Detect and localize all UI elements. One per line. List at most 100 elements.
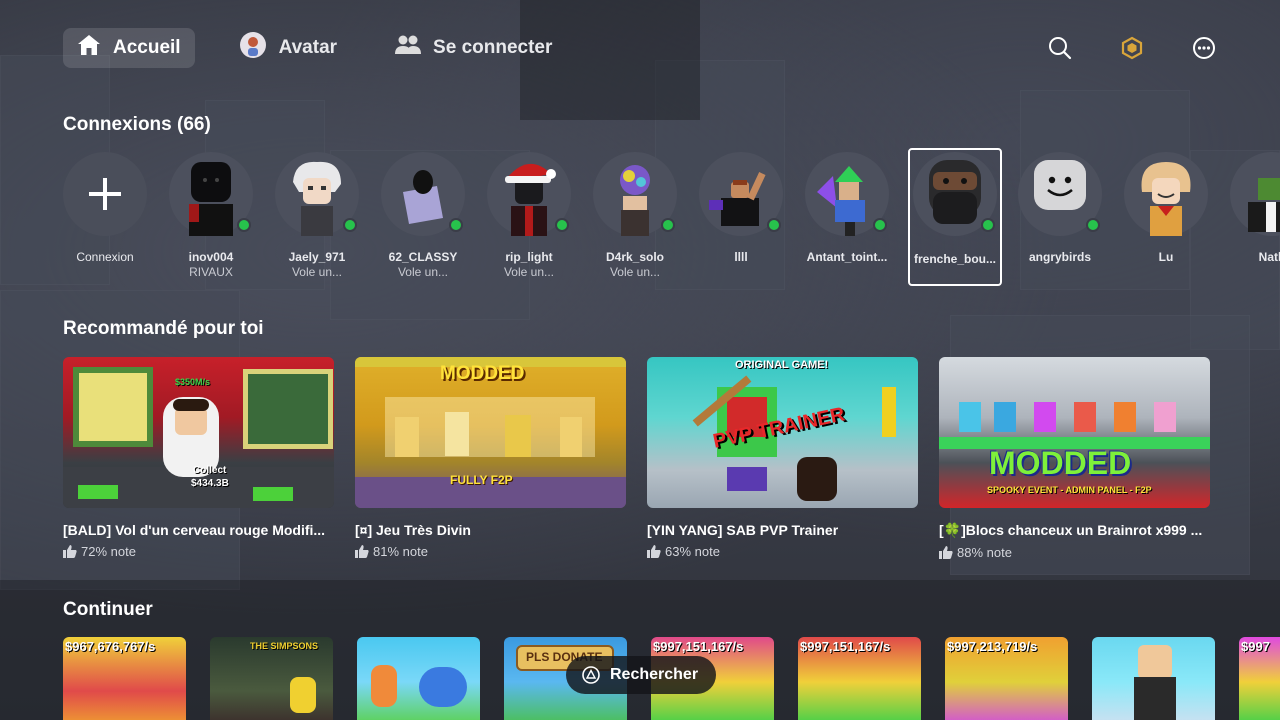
nav-avatar-label: Avatar [278,37,338,58]
connection-status: Vole un... [609,265,661,279]
avatar [487,152,571,236]
add-connection-label: Connexion [76,250,134,264]
thumb-text: Collect [193,465,227,476]
game-card[interactable]: MODDED SPOOKY EVENT - ADMIN PANEL - F2P … [939,357,1210,560]
plus-icon [89,178,121,210]
connection-name: Lu [1158,250,1174,264]
game-card[interactable]: $350M/s Collect $434.3B [BALD] Vol d'un … [63,357,334,560]
search-button[interactable] [1044,32,1076,64]
connection-name: angrybirds [1028,250,1091,264]
connection-item[interactable]: inov004 RIVAUX [165,148,257,279]
rating-text: 72% note [81,544,136,559]
nav-home[interactable]: Accueil [63,28,195,68]
avatar [593,152,677,236]
game-rating: 72% note [63,544,334,559]
connection-name: rip_light [505,250,553,264]
avatar [913,152,997,236]
avatar [699,152,783,236]
connection-item[interactable]: Jaely_971 Vole un... [271,148,363,279]
connection-item[interactable]: Nath [1226,148,1280,264]
search-pill-button[interactable]: Rechercher [566,656,717,694]
game-title: [YIN YANG] SAB PVP Trainer [647,522,839,538]
connection-item[interactable]: 62_CLASSY Vole un... [377,148,469,279]
nav-avatar[interactable]: Avatar [225,28,351,68]
robux-button[interactable] [1116,32,1148,64]
continue-card-text: $997 [1241,639,1270,654]
online-indicator [555,218,569,232]
thumbs-up-icon [355,545,369,558]
more-button[interactable] [1188,32,1220,64]
avatar [1018,152,1102,236]
game-thumbnail: MODDED FULLY F2P [355,357,626,508]
connection-item[interactable]: D4rk_solo Vole un... [589,148,681,279]
online-indicator [237,218,251,232]
game-card[interactable]: MODDED FULLY F2P [¤] Jeu Très Divin 81% … [355,357,626,560]
game-thumbnail: $350M/s Collect $434.3B [63,357,334,508]
connection-name: Jaely_971 [288,250,346,264]
connections-row: Connexion inov004 RIVAUX Jaely_971 Vole … [63,148,1280,288]
continue-game-card[interactable]: $967,676,767/s [63,637,186,720]
connections-title: Connexions (66) [63,114,211,135]
add-connection-button[interactable]: Connexion [63,148,151,264]
thumb-text: MODDED [989,445,1132,481]
online-indicator [981,218,995,232]
avatar [1230,152,1280,236]
thumb-text: FULLY F2P [450,473,513,487]
rating-text: 88% note [957,545,1012,560]
recommended-title: Recommandé pour toi [63,318,264,339]
continue-game-card[interactable] [357,637,480,720]
triangle-button-icon [582,666,600,684]
people-icon [395,34,422,62]
nav-connect[interactable]: Se connecter [381,28,566,68]
connection-item[interactable]: rip_light Vole un... [483,148,575,279]
search-icon [1049,37,1072,60]
online-indicator [1086,218,1100,232]
game-rating: 63% note [647,544,918,559]
online-indicator [343,218,357,232]
robux-icon [1121,36,1143,60]
top-navigation: Accueil Avatar Se connecter [63,28,1220,68]
thumbs-up-icon [939,546,953,559]
connection-item[interactable]: Lu [1120,148,1212,264]
connection-name: Antant_toint... [806,250,888,264]
connection-item[interactable]: angrybirds [1014,148,1106,264]
connection-status: Vole un... [397,265,449,279]
recommended-row: $350M/s Collect $434.3B [BALD] Vol d'un … [63,357,1210,560]
thumb-text: $434.3B [191,478,229,489]
thumb-text: $350M/s [175,377,211,387]
connection-status: RIVAUX [189,265,233,279]
thumb-text: SPOOKY EVENT - ADMIN PANEL - F2P [987,485,1152,495]
avatar [381,152,465,236]
avatar [1124,152,1208,236]
connection-status: Vole un... [503,265,555,279]
game-title: [🍀]Blocs chanceux un Brainrot x999 ... [939,522,1203,538]
game-thumbnail: ORIGINAL GAME! PVP TRAINER [647,357,918,508]
connection-name: Nath [1258,250,1280,264]
continue-card-text: $997,213,719/s [947,639,1038,654]
online-indicator [449,218,463,232]
game-card[interactable]: ORIGINAL GAME! PVP TRAINER [YIN YANG] SA… [647,357,918,560]
more-icon [1193,37,1215,59]
continue-game-card[interactable]: $997 [1239,637,1280,720]
game-rating: 88% note [939,545,1210,560]
connection-item[interactable]: llll [695,148,787,264]
thumbs-up-icon [647,545,661,558]
continue-game-card[interactable]: $997,151,167/s [798,637,921,720]
connection-name: frenche_bou... [913,252,996,266]
online-indicator [661,218,675,232]
connection-item[interactable]: Antant_toint... [801,148,893,264]
online-indicator [873,218,887,232]
continue-game-card[interactable]: THE SIMPSONS [210,637,333,720]
connection-name: llll [734,250,748,264]
continue-card-text: $967,676,767/s [65,639,156,654]
continue-game-card[interactable]: $997,213,719/s [945,637,1068,720]
game-rating: 81% note [355,544,626,559]
game-title: [BALD] Vol d'un cerveau rouge Modifi... [63,522,326,538]
connection-item-selected[interactable]: frenche_bou... [908,148,1002,286]
avatar-icon [239,31,267,65]
game-title: [¤] Jeu Très Divin [355,522,471,538]
continue-game-card[interactable] [1092,637,1215,720]
connection-name: D4rk_solo [605,250,665,264]
connection-name: 62_CLASSY [388,250,458,264]
continue-title: Continuer [63,599,153,620]
